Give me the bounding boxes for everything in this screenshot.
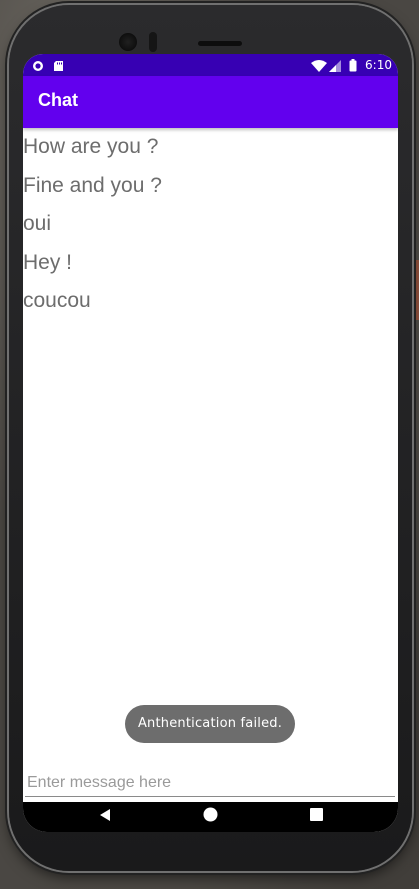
front-camera	[119, 33, 137, 51]
proximity-sensor	[149, 32, 157, 52]
home-icon	[203, 807, 218, 827]
list-item: oui	[23, 212, 52, 235]
wifi-icon	[311, 59, 327, 72]
sd-card-icon	[53, 59, 65, 71]
status-time: 6:10	[365, 58, 392, 72]
signal-icon	[329, 59, 341, 72]
toast-message: Anthentication failed.	[125, 705, 295, 743]
app-bar: Chat	[23, 76, 398, 128]
list-item: Hey !	[23, 250, 73, 274]
home-button[interactable]	[190, 802, 230, 832]
page-title: Chat	[38, 90, 78, 110]
list-item: How are you ?	[23, 135, 159, 158]
list-item: coucou	[23, 289, 91, 312]
message-input[interactable]	[25, 770, 395, 797]
list-item: Fine and you ?	[23, 173, 162, 197]
back-button[interactable]	[85, 802, 125, 832]
recents-icon	[309, 808, 323, 826]
recents-button[interactable]	[296, 802, 336, 832]
status-bar: 6:10	[23, 54, 398, 76]
device-screen: 6:10 Chat How are you ? Fine and you ? o…	[23, 54, 398, 832]
back-icon	[98, 808, 112, 827]
message-list[interactable]: How are you ? Fine and you ? oui Hey ! c…	[23, 128, 398, 321]
battery-icon	[349, 59, 357, 72]
notification-circle-icon	[32, 59, 44, 71]
earpiece-speaker	[198, 41, 242, 46]
navigation-bar	[23, 802, 398, 832]
